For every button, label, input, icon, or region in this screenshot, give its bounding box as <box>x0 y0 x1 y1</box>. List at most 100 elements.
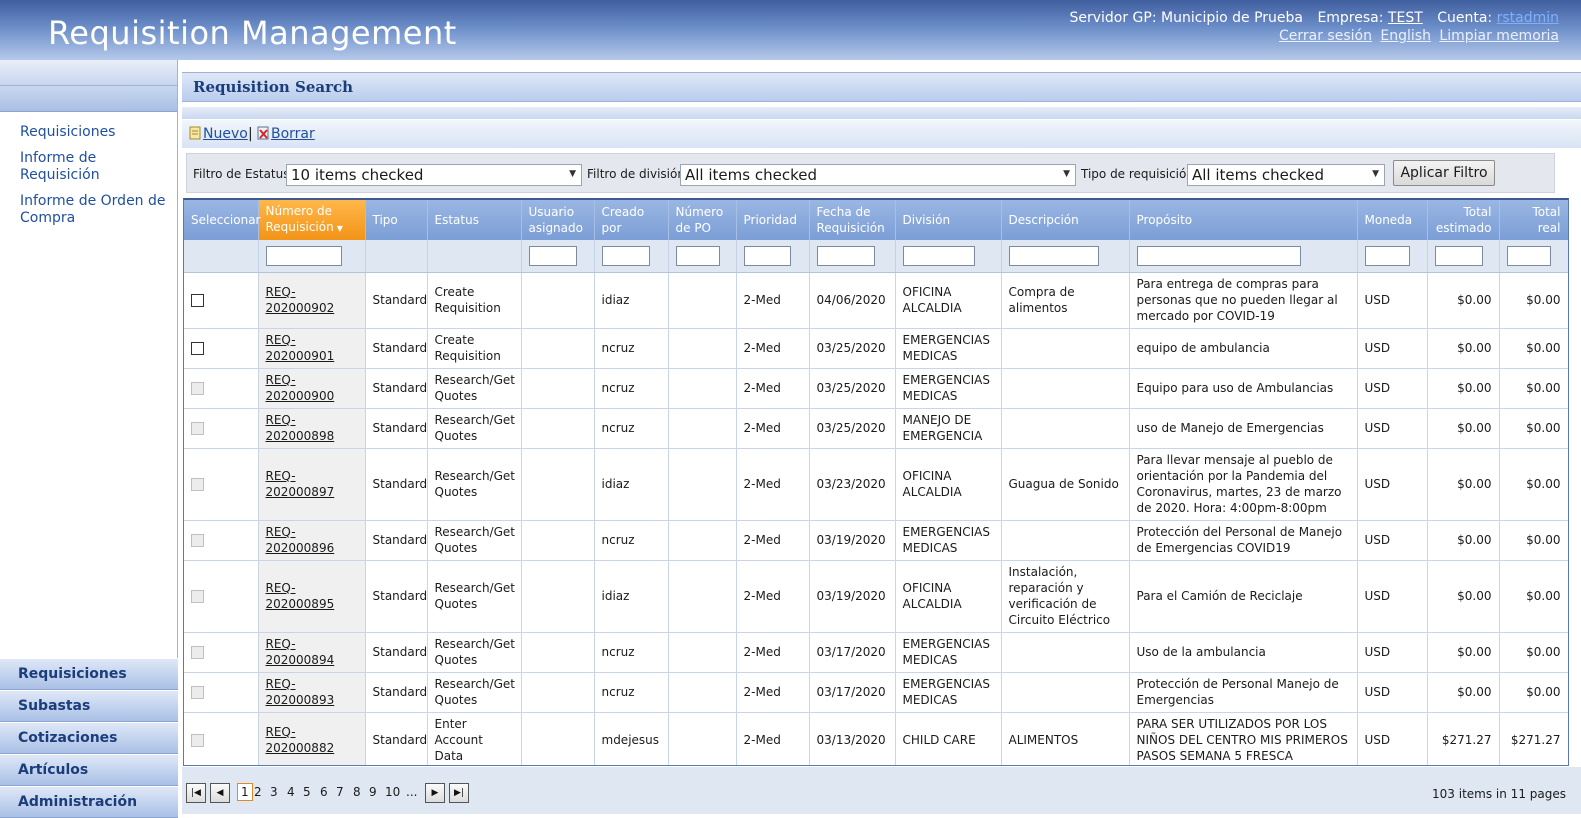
col-header-fecha[interactable]: Fecha de Requisición <box>809 200 896 240</box>
status-filter-dropdown[interactable]: 10 items checked ▼ <box>286 164 582 186</box>
cell-division: EMERGENCIAS MEDICAS <box>895 368 1002 409</box>
page-number[interactable]: 5 <box>303 785 311 799</box>
table-row[interactable]: REQ-202000900 Standard Research/Get Quotes… <box>184 368 1568 409</box>
sidebar-link-requisiciones[interactable]: Requisiciones <box>20 124 175 141</box>
col-header-usuario-asignado[interactable]: Usuario asignado <box>521 200 595 240</box>
row-select-checkbox[interactable] <box>191 342 204 355</box>
filter-input-total-real[interactable] <box>1506 245 1551 266</box>
table-row[interactable]: REQ-202000894 Standard Research/Get Quotes… <box>184 632 1568 673</box>
company-link[interactable]: TEST <box>1388 10 1423 26</box>
cell-division: EMERGENCIAS MEDICAS <box>895 672 1002 713</box>
page-number[interactable]: 10 <box>385 785 400 799</box>
nav-subastas[interactable]: Subastas <box>0 690 178 722</box>
cell-division: EMERGENCIAS MEDICAS <box>895 632 1002 673</box>
cell-descripcion <box>1001 328 1130 369</box>
requisition-link[interactable]: REQ-202000893 <box>266 677 335 707</box>
division-filter-dropdown[interactable]: All items checked ▼ <box>680 164 1076 186</box>
page-number[interactable]: 7 <box>336 785 344 799</box>
col-header-descripcion[interactable]: Descripción <box>1001 200 1130 240</box>
table-row[interactable]: REQ-202000895 Standard Research/Get Quotes… <box>184 560 1568 633</box>
col-header-creado-por[interactable]: Creado por <box>594 200 669 240</box>
last-page-icon[interactable]: ▶| <box>449 783 469 803</box>
new-button[interactable]: Nuevo <box>188 126 248 142</box>
filter-input-total-estimado[interactable] <box>1434 245 1483 266</box>
sort-descending-icon: ▼ <box>336 224 343 233</box>
table-row[interactable]: REQ-202000897 Standard Research/Get Quotes… <box>184 448 1568 521</box>
table-row[interactable]: REQ-202000882 Standard Enter Account Data m… <box>184 712 1568 765</box>
cell-usuario <box>521 328 595 369</box>
col-header-total-estimado[interactable]: Total estimado <box>1427 200 1500 240</box>
cell-numero: REQ-202000894 <box>258 632 366 673</box>
page-number[interactable]: 8 <box>353 785 361 799</box>
filter-input-prioridad[interactable] <box>743 245 791 266</box>
col-header-division[interactable]: División <box>895 200 1002 240</box>
filter-input-numero[interactable] <box>265 245 342 266</box>
requisition-link[interactable]: REQ-202000898 <box>266 413 335 443</box>
nav-administracion[interactable]: Administración <box>0 786 178 818</box>
col-header-total-real[interactable]: Total real <box>1499 200 1568 240</box>
nav-articulos[interactable]: Artículos <box>0 754 178 786</box>
requisition-link[interactable]: REQ-202000897 <box>266 469 335 499</box>
page-number[interactable]: 4 <box>287 785 295 799</box>
cell-total-real: $0.00 <box>1499 368 1568 409</box>
table-row[interactable]: REQ-202000898 Standard Research/Get Quotes… <box>184 408 1568 449</box>
language-link[interactable]: English <box>1380 28 1431 44</box>
account-link[interactable]: rstadmin <box>1497 10 1559 26</box>
requisition-link[interactable]: REQ-202000896 <box>266 525 335 555</box>
nav-requisiciones[interactable]: Requisiciones <box>0 658 178 690</box>
col-header-numero-requisicion[interactable]: Número de Requisición ▼ <box>258 200 366 240</box>
page-number[interactable]: 6 <box>320 785 328 799</box>
requisition-link[interactable]: REQ-202000900 <box>266 373 335 403</box>
col-header-estatus[interactable]: Estatus <box>427 200 522 240</box>
filter-input-fecha[interactable] <box>816 245 875 266</box>
cell-descripcion <box>1001 672 1130 713</box>
page-number[interactable]: 2 <box>254 785 262 799</box>
page-number[interactable]: 9 <box>369 785 377 799</box>
apply-filter-button[interactable]: Aplicar Filtro <box>1393 160 1495 186</box>
requisition-link[interactable]: REQ-202000895 <box>266 581 335 611</box>
col-header-proposito[interactable]: Propósito <box>1129 200 1358 240</box>
filter-input-creado[interactable] <box>601 245 650 266</box>
page-more[interactable]: ... <box>406 785 417 799</box>
cell-tipo: Standard <box>365 672 428 713</box>
cell-descripcion: Guagua de Sonido <box>1001 448 1130 521</box>
table-row[interactable]: REQ-202000901 Standard Create Requisition n… <box>184 328 1568 369</box>
table-row[interactable]: REQ-202000893 Standard Research/Get Quotes… <box>184 672 1568 713</box>
table-row[interactable]: REQ-202000896 Standard Research/Get Quotes… <box>184 520 1568 561</box>
requisition-link[interactable]: REQ-202000894 <box>266 637 335 667</box>
logout-link[interactable]: Cerrar sesión <box>1279 28 1372 44</box>
filter-input-moneda[interactable] <box>1364 245 1410 266</box>
nav-cotizaciones[interactable]: Cotizaciones <box>0 722 178 754</box>
sidebar-header-band <box>0 60 177 86</box>
row-select-checkbox <box>191 422 204 435</box>
filter-input-descripcion[interactable] <box>1008 245 1099 266</box>
page-number[interactable]: 3 <box>270 785 278 799</box>
type-filter-dropdown[interactable]: All items checked ▼ <box>1187 164 1385 186</box>
requisition-link[interactable]: REQ-202000901 <box>266 333 335 363</box>
table-row[interactable]: REQ-202000902 Standard Create Requisition i… <box>184 272 1568 329</box>
requisition-link[interactable]: REQ-202000902 <box>266 285 335 315</box>
filter-input-proposito[interactable] <box>1136 245 1301 266</box>
filter-input-usuario[interactable] <box>528 245 577 266</box>
row-select-checkbox[interactable] <box>191 294 204 307</box>
cell-select <box>184 672 259 713</box>
prev-page-icon[interactable]: ◀ <box>210 783 230 803</box>
page-number[interactable]: 1 <box>237 783 253 801</box>
cell-division: MANEJO DE EMERGENCIA <box>895 408 1002 449</box>
sidebar-link-informe-requisicion[interactable]: Informe de Requisición <box>20 150 175 184</box>
type-filter-label: Tipo de requisición <box>1081 167 1194 181</box>
sidebar-link-informe-orden-compra[interactable]: Informe de Orden de Compra <box>20 193 175 227</box>
filter-input-po[interactable] <box>675 245 720 266</box>
filter-input-division[interactable] <box>902 245 975 266</box>
col-header-seleccionar[interactable]: Seleccionar <box>184 200 260 240</box>
filter-cell <box>258 240 366 273</box>
col-header-tipo[interactable]: Tipo <box>365 200 428 240</box>
col-header-moneda[interactable]: Moneda <box>1357 200 1428 240</box>
first-page-icon[interactable]: |◀ <box>186 783 206 803</box>
delete-button[interactable]: Borrar <box>256 126 315 142</box>
requisition-link[interactable]: REQ-202000882 <box>266 725 335 755</box>
next-page-icon[interactable]: ▶ <box>425 783 445 803</box>
clear-cache-link[interactable]: Limpiar memoria <box>1439 28 1559 44</box>
col-header-numero-po[interactable]: Número de PO <box>668 200 737 240</box>
col-header-prioridad[interactable]: Prioridad <box>736 200 810 240</box>
